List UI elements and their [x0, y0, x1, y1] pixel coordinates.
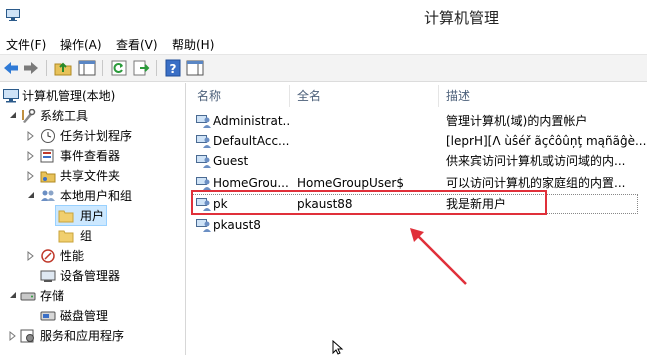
title-bar: 计算机管理: [0, 0, 647, 33]
back-icon[interactable]: [2, 59, 20, 77]
menu-file[interactable]: 文件(F): [6, 36, 46, 53]
event-viewer-icon: [40, 149, 56, 163]
column-divider[interactable]: [289, 85, 290, 107]
user-icon: [196, 114, 212, 128]
folder-icon: [58, 209, 74, 223]
user-icon: [196, 218, 212, 232]
tree-label: 用户: [80, 209, 105, 223]
toolbar-separator: [46, 60, 47, 76]
window-title: 计算机管理: [424, 9, 500, 27]
column-header-name[interactable]: 名称: [197, 85, 221, 107]
forward-icon[interactable]: [22, 59, 40, 77]
navigation-tree: 计算机管理(本地) 系统工具 任务计划程序 事件查看器 共享文件夹 本地用户和组…: [0, 83, 186, 355]
properties-icon[interactable]: [186, 59, 204, 77]
tree-item-performance[interactable]: 性能: [0, 246, 185, 266]
tree-item-system-tools[interactable]: 系统工具: [0, 106, 185, 126]
tree-item-disk-management[interactable]: 磁盘管理: [0, 306, 185, 326]
shared-folder-icon: [40, 169, 56, 183]
tree-item-device-manager[interactable]: 设备管理器: [0, 266, 185, 286]
tree-label: 设备管理器: [60, 269, 121, 283]
tree-label: 任务计划程序: [60, 129, 133, 143]
tree-item-users[interactable]: 用户: [0, 206, 185, 226]
collapsed-arrow-icon[interactable]: [26, 246, 36, 266]
tree-label: 共享文件夹: [60, 169, 121, 183]
tree-item-groups[interactable]: 组: [0, 226, 185, 246]
tree-label: 服务和应用程序: [40, 329, 125, 343]
disk-icon: [40, 309, 56, 323]
tree-item-shared-folders[interactable]: 共享文件夹: [0, 166, 185, 186]
tree-item-storage[interactable]: 存储: [0, 286, 185, 306]
tree-label: 性能: [60, 249, 85, 263]
storage-icon: [20, 289, 36, 303]
tree-label: 系统工具: [40, 109, 89, 123]
column-header-description[interactable]: 描述: [446, 85, 470, 107]
user-name: DefaultAcc...: [213, 134, 290, 148]
tree-item-computer-management[interactable]: 计算机管理(本地): [0, 86, 185, 106]
expanded-arrow-icon[interactable]: [8, 106, 18, 126]
tree-label: 本地用户和组: [60, 189, 133, 203]
menu-bar: 文件(F) 操作(A) 查看(V) 帮助(H): [0, 33, 647, 53]
tree-item-task-scheduler[interactable]: 任务计划程序: [0, 126, 185, 146]
user-name: Guest: [213, 154, 249, 168]
user-icon: [196, 134, 212, 148]
user-description: 管理计算机(域)的内置帐户: [446, 114, 588, 128]
export-icon[interactable]: [132, 59, 150, 77]
device-manager-icon: [40, 269, 56, 283]
column-divider[interactable]: [438, 85, 439, 107]
user-icon: [196, 154, 212, 168]
expanded-arrow-icon[interactable]: [26, 186, 36, 206]
tree-item-event-viewer[interactable]: 事件查看器: [0, 146, 185, 166]
show-tree-icon[interactable]: [78, 59, 96, 77]
tree-label: 计算机管理(本地): [22, 89, 116, 103]
toolbar-separator: [156, 60, 157, 76]
user-row[interactable]: DefaultAcc... [leprH][Λ ùŝéř ãçĉôûņţ mąñ…: [187, 131, 647, 151]
column-header-fullname[interactable]: 全名: [297, 85, 321, 107]
tree-label: 组: [80, 229, 93, 243]
user-description: [leprH][Λ ùŝéř ãçĉôûņţ mąñãĝè...: [446, 134, 646, 148]
user-row[interactable]: Guest 供来宾访问计算机或访问域的内...: [187, 151, 647, 171]
collapsed-arrow-icon[interactable]: [26, 126, 36, 146]
user-description: 供来宾访问计算机或访问域的内...: [446, 154, 626, 168]
tree-label: 事件查看器: [60, 149, 121, 163]
user-name: pkaust8: [213, 218, 261, 232]
users-group-icon: [40, 189, 56, 203]
highlight-box: [191, 190, 547, 215]
menu-view[interactable]: 查看(V): [116, 36, 158, 53]
folder-icon: [58, 229, 74, 243]
tools-icon: [20, 109, 36, 123]
tree-label: 存储: [40, 289, 65, 303]
computer-management-icon: [3, 89, 19, 103]
services-icon: [20, 329, 36, 343]
user-name: Administrat...: [213, 114, 291, 128]
toolbar: ?: [0, 54, 647, 82]
clock-icon: [40, 129, 56, 143]
toolbar-separator: [102, 60, 103, 76]
computer-management-icon: [6, 9, 20, 21]
mouse-cursor-icon: [332, 340, 344, 355]
refresh-icon[interactable]: [110, 59, 128, 77]
tree-label: 磁盘管理: [60, 309, 109, 323]
up-folder-icon[interactable]: [54, 59, 72, 77]
collapsed-arrow-icon[interactable]: [8, 326, 18, 346]
user-icon: [196, 176, 212, 190]
user-row[interactable]: Administrat... 管理计算机(域)的内置帐户: [187, 111, 647, 131]
help-icon[interactable]: ?: [164, 59, 182, 77]
collapsed-arrow-icon[interactable]: [26, 166, 36, 186]
svg-text:?: ?: [170, 62, 177, 76]
tree-item-local-users-groups[interactable]: 本地用户和组: [0, 186, 185, 206]
expanded-arrow-icon[interactable]: [8, 286, 18, 306]
tree-item-services-apps[interactable]: 服务和应用程序: [0, 326, 185, 346]
performance-icon: [40, 249, 56, 263]
collapsed-arrow-icon[interactable]: [26, 146, 36, 166]
annotation-arrow-icon: [410, 228, 467, 285]
menu-action[interactable]: 操作(A): [60, 36, 102, 53]
menu-help[interactable]: 帮助(H): [172, 36, 214, 53]
